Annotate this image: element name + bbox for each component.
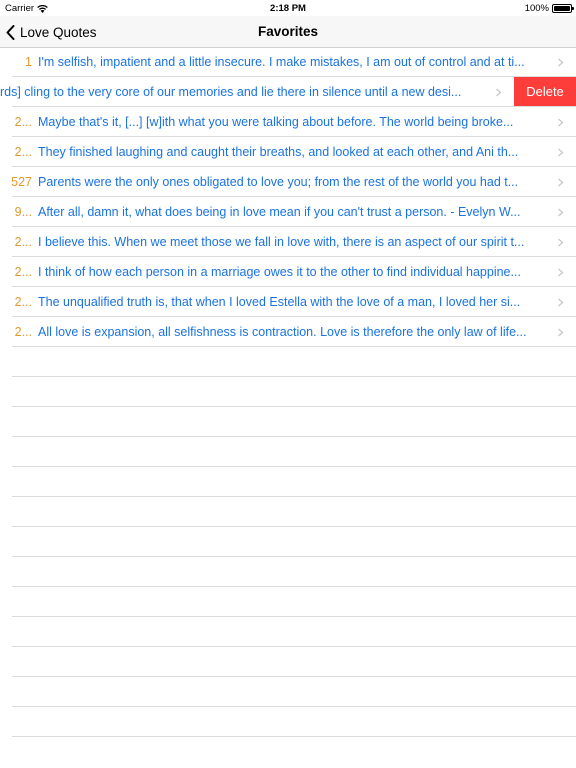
status-time: 2:18 PM xyxy=(270,3,306,14)
quote-text: After all, damn it, what does being in l… xyxy=(38,205,521,219)
chevron-right-icon xyxy=(558,118,564,127)
battery-icon xyxy=(552,4,574,13)
quote-number: 2... xyxy=(14,115,32,129)
quote-text: The unqualified truth is, that when I lo… xyxy=(38,295,521,309)
quote-number: 527 xyxy=(11,175,32,189)
empty-row-divider xyxy=(0,407,576,437)
quote-text: All love is expansion, all selfishness i… xyxy=(38,325,527,339)
list-item[interactable]: 9... After all, damn it, what does being… xyxy=(0,197,576,227)
empty-row-divider xyxy=(0,527,576,557)
favorites-list: 1 I'm selfish, impatient and a little in… xyxy=(0,47,576,347)
navigation-bar: Love Quotes Favorites xyxy=(0,16,576,48)
chevron-right-icon xyxy=(558,268,564,277)
list-item[interactable]: 2... They finished laughing and caught t… xyxy=(0,137,576,167)
list-item[interactable]: 2... I believe this. When we meet those … xyxy=(0,227,576,257)
quote-text: I think of how each person in a marriage… xyxy=(38,265,521,279)
list-item[interactable]: 2... The unqualified truth is, that when… xyxy=(0,287,576,317)
chevron-left-icon xyxy=(6,24,15,40)
quote-number: 2... xyxy=(14,325,32,339)
quote-number: 2... xyxy=(14,145,32,159)
chevron-right-icon xyxy=(558,328,564,337)
empty-row-divider xyxy=(0,617,576,647)
list-item[interactable]: 2... All love is expansion, all selfishn… xyxy=(0,317,576,347)
chevron-right-icon xyxy=(558,208,564,217)
quote-text: I'm selfish, impatient and a little inse… xyxy=(38,55,525,69)
chevron-right-icon xyxy=(558,148,564,157)
empty-row-divider xyxy=(0,587,576,617)
quote-number: 9... xyxy=(14,205,32,219)
list-item[interactable]: 1 I'm selfish, impatient and a little in… xyxy=(0,47,576,77)
quote-text: They finished laughing and caught their … xyxy=(38,145,519,159)
quote-number: 2... xyxy=(14,235,32,249)
list-item[interactable]: 2... I think of how each person in a mar… xyxy=(0,257,576,287)
quote-text: Parents were the only ones obligated to … xyxy=(38,175,519,189)
quote-number: 2... xyxy=(14,295,32,309)
list-item-swiped[interactable]: rds] cling to the very core of our memor… xyxy=(0,77,576,107)
quote-text: Maybe that's it, [...] [w]ith what you w… xyxy=(38,115,514,129)
empty-row-divider xyxy=(0,377,576,407)
back-button-label: Love Quotes xyxy=(20,24,97,40)
empty-row-divider xyxy=(0,707,576,737)
battery-percent: 100% xyxy=(524,3,549,14)
chevron-right-icon xyxy=(558,238,564,247)
quote-text: I believe this. When we meet those we fa… xyxy=(38,235,525,249)
chevron-right-icon xyxy=(558,58,564,67)
back-button[interactable]: Love Quotes xyxy=(6,16,97,48)
list-item[interactable]: 527 Parents were the only ones obligated… xyxy=(0,167,576,197)
empty-row-divider xyxy=(0,647,576,677)
chevron-right-icon xyxy=(496,88,502,97)
empty-row-divider xyxy=(0,677,576,707)
empty-row-divider xyxy=(0,437,576,467)
empty-row-divider xyxy=(0,467,576,497)
empty-list-area xyxy=(0,347,576,737)
status-bar: Carrier 2:18 PM 100% xyxy=(0,0,576,16)
empty-row-divider xyxy=(0,557,576,587)
quote-number: 2... xyxy=(14,265,32,279)
chevron-right-icon xyxy=(558,178,564,187)
empty-row-divider xyxy=(0,347,576,377)
quote-number: 1 xyxy=(25,55,32,69)
delete-button[interactable]: Delete xyxy=(514,77,576,107)
battery-indicator: 100% xyxy=(524,3,574,14)
chevron-right-icon xyxy=(558,298,564,307)
quote-text: rds] cling to the very core of our memor… xyxy=(0,85,462,99)
empty-row-divider xyxy=(0,497,576,527)
list-item[interactable]: 2... Maybe that's it, [...] [w]ith what … xyxy=(0,107,576,137)
